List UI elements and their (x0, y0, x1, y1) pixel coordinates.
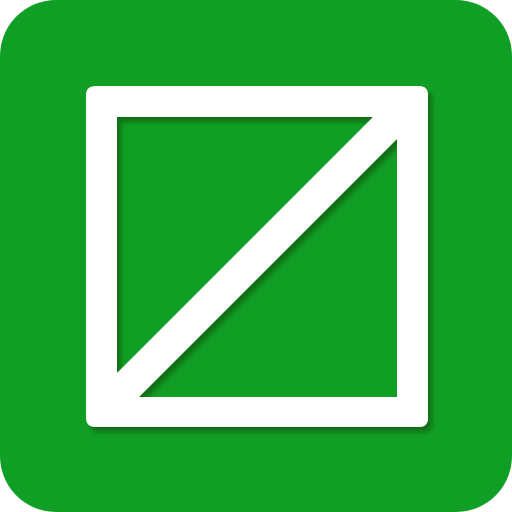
glyph-outline (86, 86, 428, 427)
stage (0, 0, 512, 512)
app-icon[interactable] (0, 0, 512, 512)
square-with-diagonal-icon (86, 86, 428, 427)
